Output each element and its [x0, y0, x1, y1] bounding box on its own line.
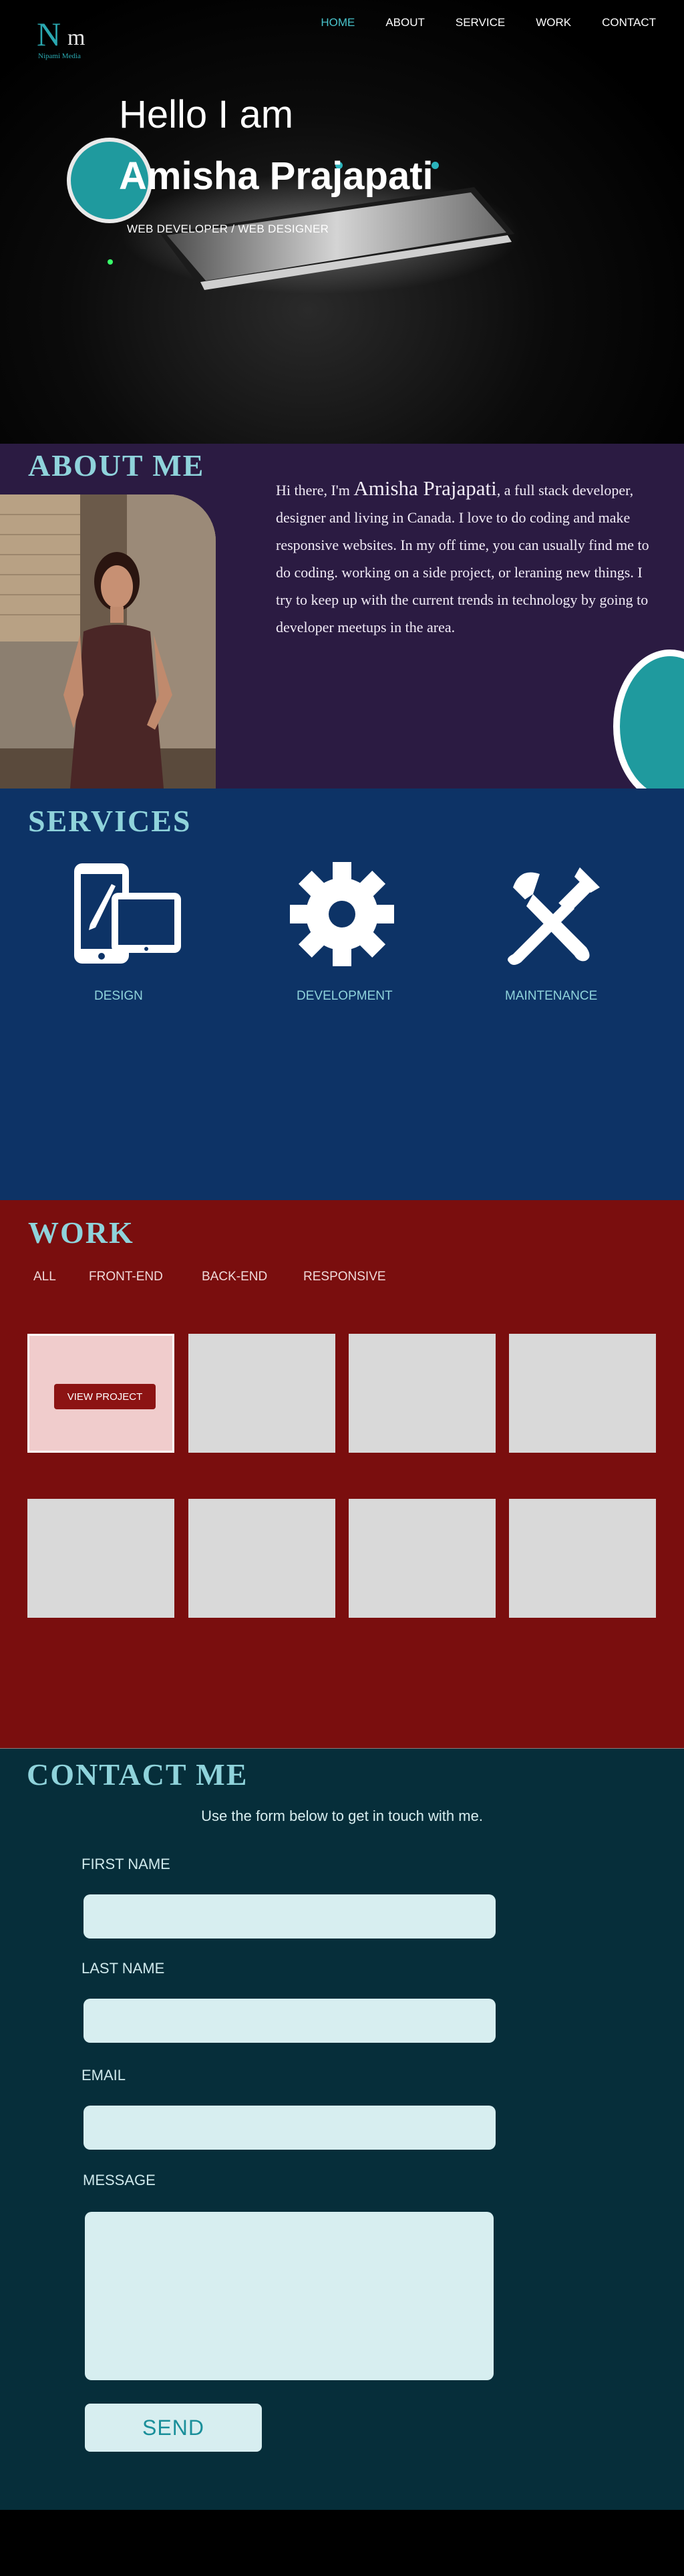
service-label-design: DESIGN — [94, 989, 143, 1003]
about-intro-after: , a full stack developer, designer and l… — [276, 482, 649, 635]
email-field[interactable] — [83, 2106, 496, 2150]
hero-role: WEB DEVELOPER / WEB DESIGNER — [127, 223, 329, 235]
project-tile[interactable] — [509, 1499, 656, 1618]
about-description: Hi there, I'm Amisha Prajapati, a full s… — [276, 474, 650, 641]
brand-logo[interactable]: N m Nipami Media — [37, 15, 97, 61]
message-field[interactable] — [85, 2212, 494, 2380]
logo-letter-n: N — [37, 15, 61, 53]
send-button[interactable]: SEND — [85, 2404, 262, 2452]
view-project-button[interactable]: VIEW PROJECT — [54, 1384, 156, 1409]
work-title: WORK — [28, 1215, 134, 1250]
logo-subtitle: Nipami Media — [38, 52, 81, 60]
main-nav: HOME ABOUT SERVICE WORK CONTACT — [290, 16, 656, 29]
filter-front-end[interactable]: FRONT-END — [89, 1270, 163, 1284]
about-title: ABOUT ME — [28, 448, 205, 482]
services-title: SERVICES — [28, 804, 192, 838]
project-tile[interactable] — [509, 1334, 656, 1453]
project-tile[interactable] — [349, 1499, 496, 1618]
last-name-label: LAST NAME — [81, 1960, 165, 1977]
work-section: WORK ALL FRONT-END BACK-END RESPONSIVE V… — [0, 1200, 684, 1748]
logo-letter-m: m — [67, 25, 86, 50]
contact-subtitle: Use the form below to get in touch with … — [201, 1808, 483, 1824]
project-tile[interactable] — [349, 1334, 496, 1453]
about-accent-circle — [613, 650, 684, 789]
about-intro-before: Hi there, I'm — [276, 482, 354, 498]
first-name-label: FIRST NAME — [81, 1856, 170, 1872]
last-name-field[interactable] — [83, 1999, 496, 2043]
project-tile[interactable] — [27, 1499, 174, 1618]
nav-home[interactable]: HOME — [321, 16, 355, 29]
filter-responsive[interactable]: RESPONSIVE — [303, 1270, 386, 1284]
nav-work[interactable]: WORK — [536, 16, 571, 29]
service-label-development: DEVELOPMENT — [297, 989, 393, 1003]
hero-greeting: Hello I am — [119, 93, 294, 136]
project-tile[interactable]: VIEW PROJECT — [27, 1334, 174, 1453]
profile-photo-illustration — [0, 494, 216, 789]
filter-back-end[interactable]: BACK-END — [202, 1270, 267, 1284]
nav-about[interactable]: ABOUT — [385, 16, 425, 29]
message-label: MESSAGE — [83, 2172, 156, 2188]
project-tile[interactable] — [188, 1499, 335, 1618]
email-label: EMAIL — [81, 2067, 126, 2084]
project-tile[interactable] — [188, 1334, 335, 1453]
services-section: SERVICES DESIGN DEVELOPMENT MAINTENANCE — [0, 789, 684, 1200]
hero-name: Amisha Prajapati — [119, 154, 434, 198]
tools-icon — [508, 867, 600, 965]
contact-section: CONTACT ME Use the form below to get in … — [0, 1748, 684, 2510]
devices-icon — [74, 863, 181, 964]
hero-section: N m Nipami Media HOME ABOUT SERVICE WORK… — [0, 0, 684, 444]
nav-service[interactable]: SERVICE — [456, 16, 505, 29]
service-label-maintenance: MAINTENANCE — [505, 989, 598, 1003]
about-section: ABOUT ME Hi there, I'm Amisha Prajapati,… — [0, 444, 684, 789]
filter-all[interactable]: ALL — [33, 1270, 56, 1284]
first-name-field[interactable] — [83, 1894, 496, 1939]
nav-contact[interactable]: CONTACT — [602, 16, 656, 29]
gear-icon — [290, 862, 394, 966]
page-footer — [0, 2510, 684, 2576]
contact-title: CONTACT ME — [27, 1757, 248, 1792]
about-name: Amisha Prajapati — [353, 476, 497, 500]
profile-photo — [0, 494, 216, 789]
